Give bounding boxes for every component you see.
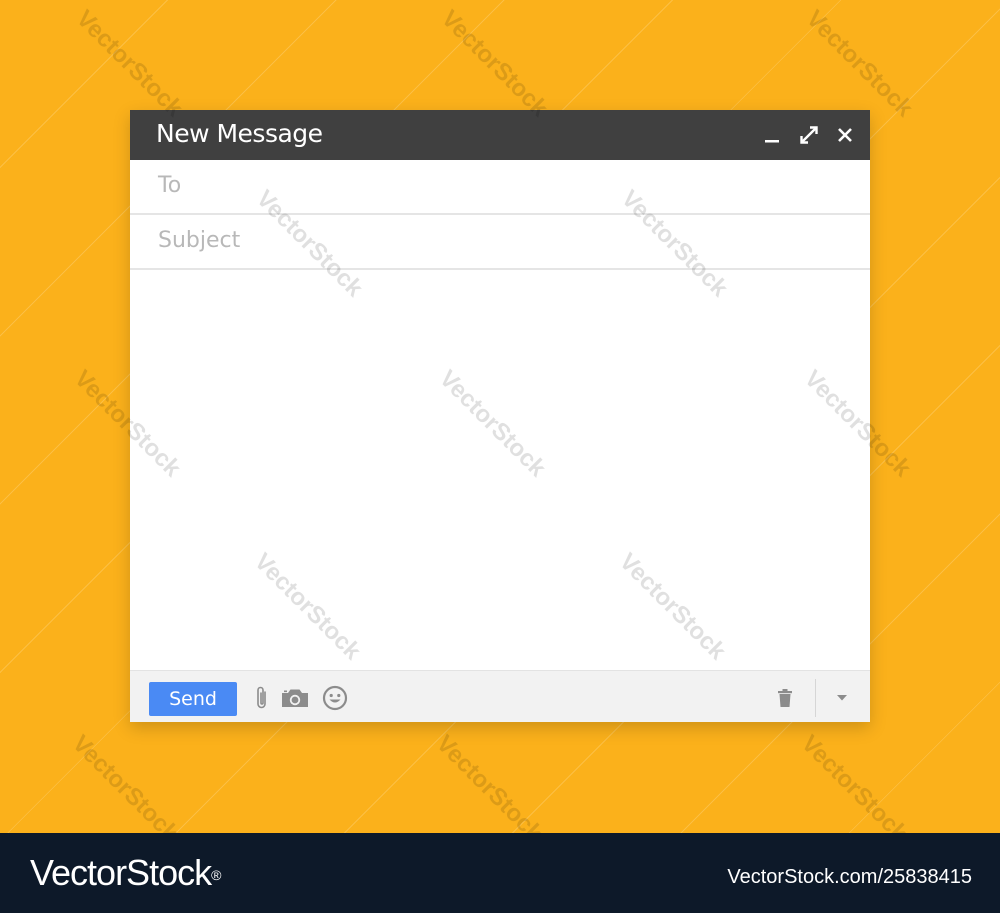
emoji-icon[interactable]	[321, 684, 348, 712]
paperclip-icon[interactable]	[254, 684, 270, 712]
to-placeholder: To	[158, 173, 182, 198]
registered-mark: ®	[211, 867, 221, 883]
to-field[interactable]: To	[130, 160, 870, 215]
message-body[interactable]	[130, 272, 870, 670]
compose-toolbar: Send	[130, 670, 870, 722]
send-button[interactable]: Send	[149, 682, 237, 716]
close-icon[interactable]	[833, 123, 857, 147]
camera-icon[interactable]	[280, 684, 310, 712]
subject-placeholder: Subject	[158, 228, 241, 253]
trash-icon[interactable]	[776, 684, 794, 712]
footer-brand-text: VectorStock	[30, 852, 212, 893]
compose-window: New Message To Subject Send	[130, 110, 870, 722]
title-bar: New Message	[130, 110, 870, 160]
footer-bar: VectorStock® VectorStock.com/25838415	[0, 833, 1000, 913]
chevron-down-icon[interactable]	[832, 684, 852, 712]
minimize-icon[interactable]	[760, 123, 784, 147]
footer-brand: VectorStock®	[30, 852, 221, 893]
window-title: New Message	[156, 119, 323, 148]
toolbar-divider	[815, 679, 816, 717]
footer-image-id: VectorStock.com/25838415	[727, 866, 972, 888]
subject-field[interactable]: Subject	[130, 215, 870, 270]
expand-icon[interactable]	[797, 123, 821, 147]
